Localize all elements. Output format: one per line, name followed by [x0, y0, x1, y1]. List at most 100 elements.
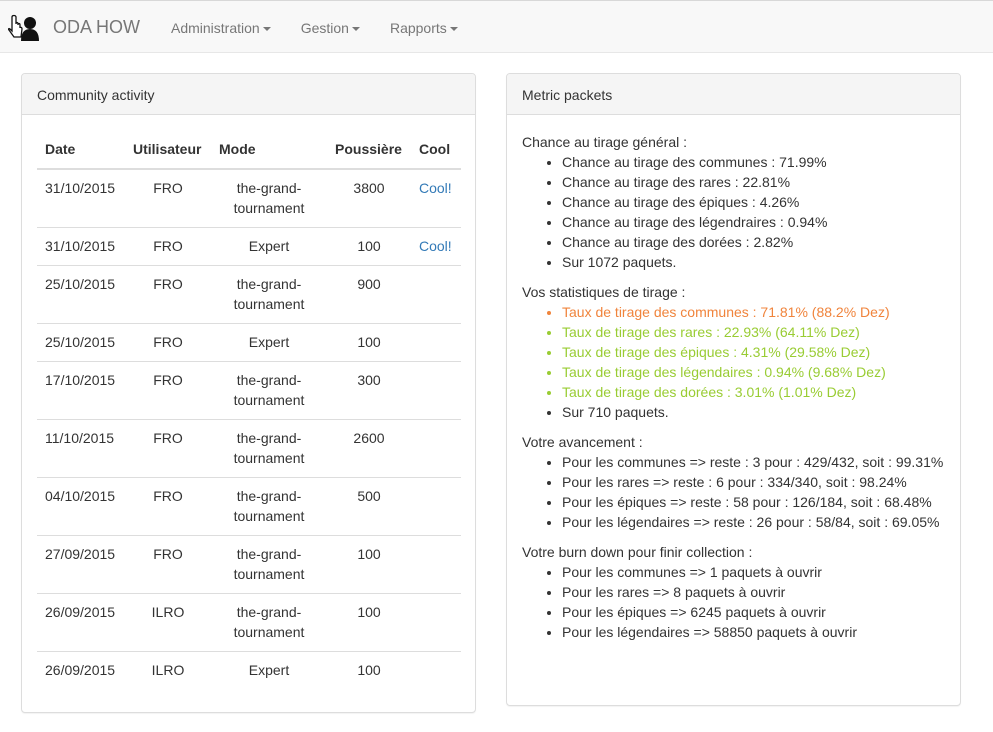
- community-activity-table: Date Utilisateur Mode Poussière Cool 31/…: [37, 130, 461, 689]
- cell-date: 25/10/2015: [37, 323, 125, 362]
- cell-utilisateur: FRO: [125, 361, 211, 420]
- menu-gestion[interactable]: Gestion: [301, 18, 360, 38]
- metrics-list-item: Chance au tirage des communes : 71.99%: [562, 152, 947, 172]
- table-row: 11/10/2015 FRO the-grand-tournament 2600: [37, 419, 461, 478]
- metrics-list-item: Pour les rares => 8 paquets à ouvrir: [562, 582, 947, 602]
- cell-mode: the-grand-tournament: [211, 535, 327, 594]
- header-utilisateur: Utilisateur: [125, 130, 211, 170]
- menu-gestion-label: Gestion: [300, 20, 349, 36]
- table-row: 25/10/2015 FRO Expert 100: [37, 323, 461, 362]
- metrics-section-heading: Votre burn down pour finir collection :: [522, 544, 753, 560]
- cell-cool: [411, 477, 461, 536]
- header-cool: Cool: [411, 130, 461, 170]
- cell-utilisateur: ILRO: [125, 593, 211, 652]
- metrics-section: Vos statistiques de tirage : Taux de tira…: [522, 282, 947, 422]
- menu-rapports[interactable]: Rapports: [390, 18, 458, 38]
- table-header-row: Date Utilisateur Mode Poussière Cool: [37, 130, 461, 170]
- menu-rapports-label: Rapports: [389, 20, 447, 36]
- metrics-section: Chance au tirage général : Chance au tira…: [522, 132, 947, 272]
- cell-utilisateur: FRO: [125, 323, 211, 362]
- cell-date: 26/09/2015: [45, 662, 116, 678]
- cell-poussiere: 100: [327, 227, 411, 266]
- metrics-panel-title: Metric packets: [507, 74, 960, 115]
- cell-poussiere: 300: [327, 361, 411, 420]
- cell-poussiere: 500: [327, 477, 411, 536]
- metrics-list-item: Pour les communes => 1 paquets à ouvrir: [562, 562, 947, 582]
- community-panel-title: Community activity: [22, 74, 475, 115]
- menu-administration-label: Administration: [171, 20, 260, 36]
- metrics-list-item: Chance au tirage des légendraires : 0.94…: [562, 212, 947, 232]
- table-row: 27/09/2015 FRO the-grand-tournament 100: [37, 535, 461, 594]
- cell-date: 31/10/2015: [37, 169, 125, 228]
- table-row: 25/10/2015 FRO the-grand-tournament 900: [37, 265, 461, 324]
- cell-mode: Expert: [211, 323, 327, 362]
- cell-cool: [411, 265, 461, 324]
- metrics-list-item: Pour les légendaires => 58850 paquets à …: [562, 622, 947, 642]
- cool-link[interactable]: Cool!: [419, 180, 452, 196]
- cell-cool: Cool!: [411, 169, 461, 228]
- cell-mode: the-grand-tournament: [211, 265, 327, 324]
- caret-down-icon: [351, 27, 360, 32]
- main-menu: Administration Gestion Rapports: [171, 18, 488, 38]
- top-navbar: ODA HOW Administration Gestion Rapports: [0, 0, 993, 53]
- cell-mode: the-grand-tournament: [211, 477, 327, 536]
- cell-utilisateur: FRO: [125, 477, 211, 536]
- cell-cool: [411, 419, 461, 478]
- cell-date: 25/10/2015: [37, 265, 125, 324]
- menu-administration[interactable]: Administration: [171, 18, 271, 38]
- cell-mode: Expert: [248, 662, 290, 678]
- cell-utilisateur: ILRO: [151, 662, 185, 678]
- metrics-list-item: Pour les épiques => 6245 paquets à ouvri…: [562, 602, 947, 622]
- table-row: 26/09/2015 ILRO the-grand-tournament 100: [37, 593, 461, 652]
- cell-mode: the-grand-tournament: [211, 419, 327, 478]
- community-activity-panel: Community activity Date Utilisateur Mode…: [21, 73, 476, 713]
- cell-date: 17/10/2015: [37, 361, 125, 420]
- header-poussiere: Poussière: [327, 130, 411, 170]
- metrics-list-item: Sur 710 paquets.: [562, 402, 947, 422]
- cell-mode: the-grand-tournament: [211, 169, 327, 228]
- cell-poussiere: 3800: [327, 169, 411, 228]
- metrics-section: Votre avancement : Pour les communes => r…: [522, 432, 947, 532]
- cell-utilisateur: FRO: [125, 535, 211, 594]
- metrics-list: Pour les communes => 1 paquets à ouvrirP…: [522, 562, 947, 642]
- metrics-list-item: Pour les légendaires => reste : 26 pour …: [562, 512, 947, 532]
- cell-cool: [411, 593, 461, 652]
- cell-date: 31/10/2015: [37, 227, 125, 266]
- cell-poussiere: 100: [357, 662, 381, 678]
- metrics-list-item: Taux de tirage des rares : 22.93% (64.11…: [562, 322, 947, 342]
- hand-user-logo-icon[interactable]: [8, 14, 40, 42]
- brand-link[interactable]: ODA HOW: [53, 16, 140, 38]
- metrics-list-item: Chance au tirage des rares : 22.81%: [562, 172, 947, 192]
- header-mode: Mode: [211, 130, 327, 170]
- cell-poussiere: 900: [327, 265, 411, 324]
- caret-down-icon: [262, 27, 271, 32]
- metrics-section: Votre burn down pour finir collection : P…: [522, 542, 947, 642]
- cell-utilisateur: FRO: [125, 169, 211, 228]
- cell-cool: [411, 535, 461, 594]
- metrics-list-item: Pour les rares => reste : 6 pour : 334/3…: [562, 472, 947, 492]
- metrics-list-item: Pour les communes => reste : 3 pour : 42…: [562, 452, 947, 472]
- cell-utilisateur: FRO: [125, 265, 211, 324]
- metrics-list-item: Pour les épiques => reste : 58 pour : 12…: [562, 492, 947, 512]
- cell-date: 11/10/2015: [37, 419, 125, 478]
- metric-packets-panel: Metric packets Chance au tirage général …: [506, 73, 961, 706]
- cell-mode: the-grand-tournament: [211, 593, 327, 652]
- metrics-list-item: Taux de tirage des légendaires : 0.94% (…: [562, 362, 947, 382]
- cool-link[interactable]: Cool!: [419, 238, 452, 254]
- metrics-list: Pour les communes => reste : 3 pour : 42…: [522, 452, 947, 532]
- cell-cool: [411, 652, 461, 690]
- metrics-section-heading: Votre avancement :: [522, 434, 643, 450]
- metrics-list-item: Taux de tirage des épiques : 4.31% (29.5…: [562, 342, 947, 362]
- metrics-list-item: Chance au tirage des dorées : 2.82%: [562, 232, 947, 252]
- metrics-list: Taux de tirage des communes : 71.81% (88…: [522, 302, 947, 422]
- cell-poussiere: 100: [327, 593, 411, 652]
- metrics-list-item: Taux de tirage des dorées : 3.01% (1.01%…: [562, 382, 947, 402]
- cell-date: 04/10/2015: [37, 477, 125, 536]
- cell-poussiere: 100: [327, 535, 411, 594]
- cell-date: 27/09/2015: [37, 535, 125, 594]
- cell-cool: [411, 323, 461, 362]
- cell-poussiere: 2600: [327, 419, 411, 478]
- cell-mode: Expert: [211, 227, 327, 266]
- caret-down-icon: [449, 27, 458, 32]
- cell-cool: Cool!: [411, 227, 461, 266]
